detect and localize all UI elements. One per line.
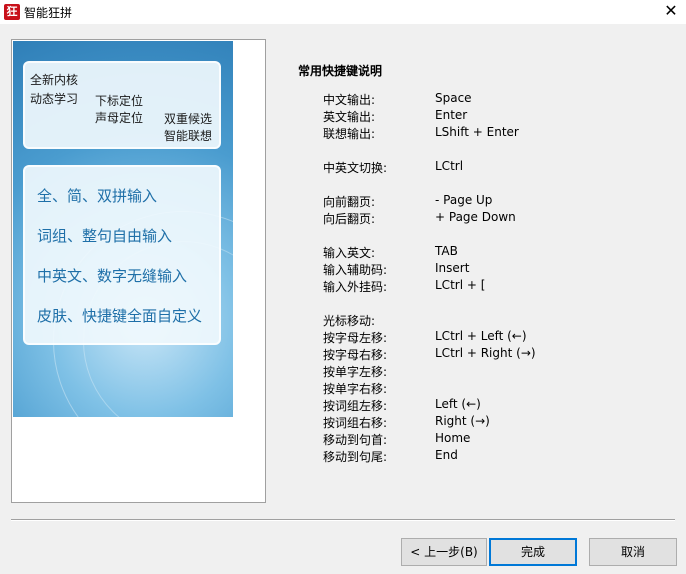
shortcut-label: 联想输出: <box>323 127 376 141</box>
shortcut-label: 按字母右移: <box>323 348 388 362</box>
shortcut-key: TAB <box>435 244 458 258</box>
shortcut-row: 向后翻页: + Page Down <box>0 210 516 227</box>
shortcut-key: Home <box>435 431 471 445</box>
shortcut-label: 向前翻页: <box>323 195 376 209</box>
shortcut-label: 移动到句尾: <box>323 450 388 464</box>
shortcut-key: Space <box>435 91 472 105</box>
shortcut-key: Right (→) <box>435 414 490 428</box>
shortcut-row: 按单字右移: <box>0 380 387 397</box>
shortcut-row: 联想输出: LShift + Enter <box>0 125 519 142</box>
shortcut-key: LCtrl + Right (→) <box>435 346 536 360</box>
banner-feature: 词组、整句自由输入 <box>37 227 173 245</box>
shortcut-label: 按词组右移: <box>323 416 388 430</box>
shortcut-row: 向前翻页: - Page Up <box>0 193 492 210</box>
shortcut-label: 光标移动: <box>323 314 376 328</box>
shortcut-key: LShift + Enter <box>435 125 519 139</box>
shortcut-label: 移动到句首: <box>323 433 388 447</box>
shortcut-label: 英文输出: <box>323 110 376 124</box>
shortcut-label: 输入英文: <box>323 246 376 260</box>
finish-button[interactable]: 完成 <box>489 538 577 566</box>
shortcut-row: 移动到句首: Home <box>0 431 470 448</box>
shortcut-row: 中文输出: Space <box>0 91 472 108</box>
shortcut-row: 输入辅助码: Insert <box>0 261 469 278</box>
shortcut-key: + Page Down <box>435 210 516 224</box>
banner-text: 全新内核 <box>30 73 79 87</box>
shortcut-label: 按词组左移: <box>323 399 388 413</box>
cancel-button[interactable]: 取消 <box>589 538 677 566</box>
shortcut-label: 中文输出: <box>323 93 376 107</box>
shortcut-label: 输入辅助码: <box>323 263 388 277</box>
shortcut-label: 输入外挂码: <box>323 280 388 294</box>
shortcut-key: Enter <box>435 108 468 122</box>
shortcut-label: 按字母左移: <box>323 331 388 345</box>
window-title: 智能狂拼 <box>24 6 73 20</box>
app-icon: 狂 <box>4 4 20 20</box>
shortcut-row: 输入英文: TAB <box>0 244 458 261</box>
shortcut-label: 向后翻页: <box>323 212 376 226</box>
shortcut-row: 按词组右移: Right (→) <box>0 414 490 431</box>
back-button[interactable]: < 上一步(B) <box>401 538 487 566</box>
shortcut-key: LCtrl + [ <box>435 278 486 292</box>
shortcut-key: LCtrl <box>435 159 464 173</box>
shortcuts-heading: 常用快捷键说明 <box>298 64 383 78</box>
title-bar: 狂 智能狂拼 ✕ <box>0 0 686 24</box>
shortcut-key: End <box>435 448 458 462</box>
shortcut-row: 中英文切换: LCtrl <box>0 159 463 176</box>
shortcut-key: Insert <box>435 261 470 275</box>
shortcut-row: 按单字左移: <box>0 363 387 380</box>
shortcut-label: 按单字左移: <box>323 365 388 379</box>
close-button[interactable]: ✕ <box>656 0 686 24</box>
shortcut-row: 输入外挂码: LCtrl + [ <box>0 278 485 295</box>
shortcut-row: 按字母右移: LCtrl + Right (→) <box>0 346 536 363</box>
shortcut-key: LCtrl + Left (←) <box>435 329 527 343</box>
shortcut-label: 按单字右移: <box>323 382 388 396</box>
shortcut-key: - Page Up <box>435 193 493 207</box>
shortcut-row: 英文输出: Enter <box>0 108 467 125</box>
shortcut-label: 中英文切换: <box>323 161 388 175</box>
shortcut-row: 光标移动: <box>0 312 375 329</box>
shortcut-row: 按字母左移: LCtrl + Left (←) <box>0 329 527 346</box>
shortcut-row: 移动到句尾: End <box>0 448 458 465</box>
shortcut-key: Left (←) <box>435 397 481 411</box>
shortcut-row: 按词组左移: Left (←) <box>0 397 481 414</box>
footer-divider <box>11 519 675 521</box>
